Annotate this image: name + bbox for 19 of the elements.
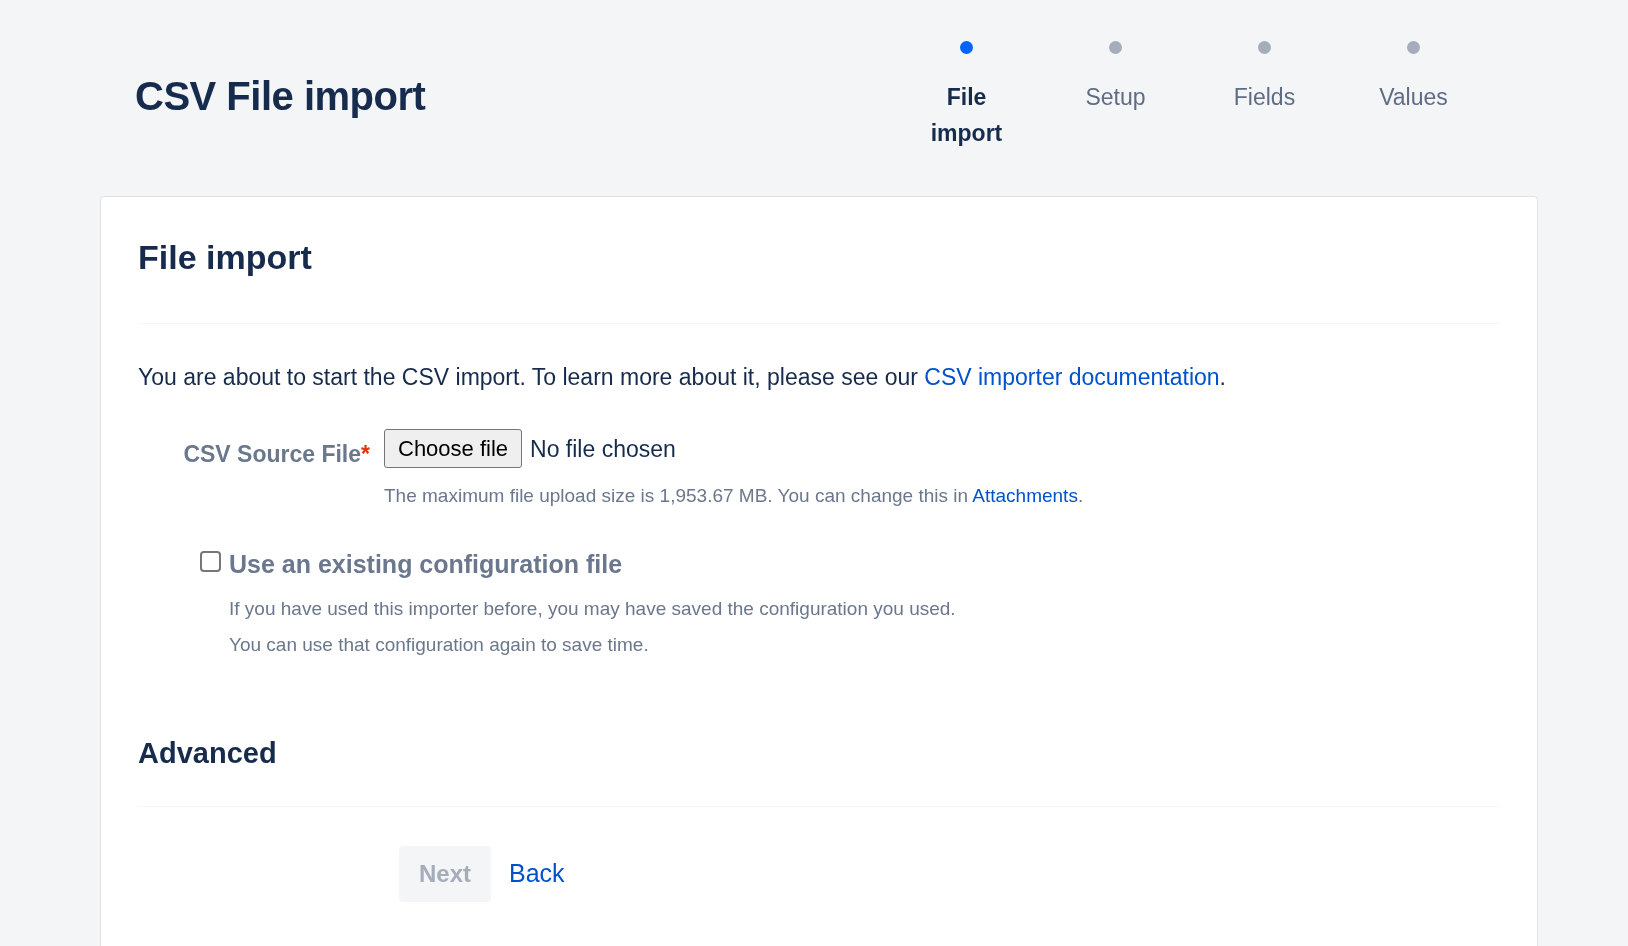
checkbox-label: Use an existing configuration file (229, 548, 624, 580)
page-title: CSV File import (135, 73, 426, 120)
description-text: You can use that configuration again to save time. (229, 633, 650, 658)
panel-title: File import (138, 237, 313, 278)
documentation-link[interactable]: CSV importer documentation (924, 363, 1220, 390)
step-label[interactable]: Values (1339, 79, 1488, 115)
field-label: CSV Source File* (182, 440, 371, 470)
section-title: Advanced (138, 736, 278, 772)
step-label[interactable]: Fields (1190, 79, 1339, 115)
help-text: The maximum file upload size is 1,953.67 MB. You can change this in Attachments. (384, 484, 1084, 509)
attachments-link[interactable]: Attachments (972, 485, 1078, 507)
checkbox[interactable] (200, 550, 221, 572)
choose-file-button[interactable]: Choose file (384, 429, 523, 469)
step-label[interactable]: Setup (1041, 79, 1190, 115)
intro-text: You are about to start the CSV import. To learn more about it, please see our CSV importer documentation. (138, 362, 1227, 392)
file-status-text: No file chosen (530, 434, 676, 464)
back-link[interactable]: Back (491, 845, 583, 903)
step-label[interactable]: File import (892, 79, 1041, 151)
description-text: If you have used this importer before, you may have saved the configuration you used. (229, 597, 956, 622)
